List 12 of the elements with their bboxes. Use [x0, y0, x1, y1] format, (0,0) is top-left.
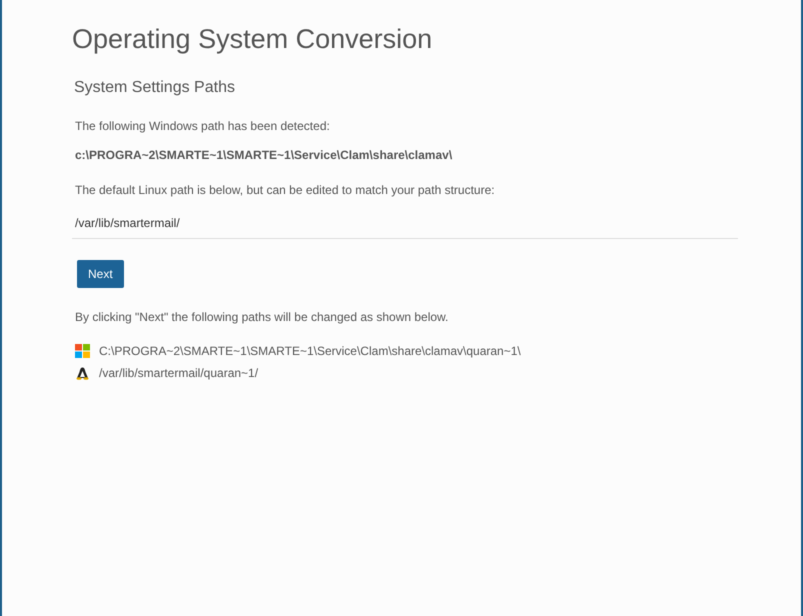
detected-label: The following Windows path has been detected:: [75, 118, 331, 134]
page-title: Operating System Conversion: [72, 23, 434, 56]
path-text: /var/lib/smartermail/quaran~1/: [99, 365, 258, 381]
changes-label: By clicking "Next" the following paths will be changed as shown below.: [75, 309, 450, 325]
section-title: System Settings Paths: [74, 78, 236, 98]
penguin-icon: [75, 366, 90, 380]
linux-path-label: The default Linux path is below, but can be edited to match your path structure:: [75, 182, 496, 198]
windows-logo-icon: [75, 344, 90, 358]
path-text: C:\PROGRA~2\SMARTE~1\SMARTE~1\Service\Clam\share\clamav\quaran~1\: [99, 343, 521, 359]
next-button[interactable]: Next: [77, 260, 124, 288]
linux-path-field[interactable]: /var/lib/smartermail/: [72, 212, 738, 239]
windows-path: c:\PROGRA~2\SMARTE~1\SMARTE~1\Service\Clam\share\clamav\: [75, 147, 454, 163]
